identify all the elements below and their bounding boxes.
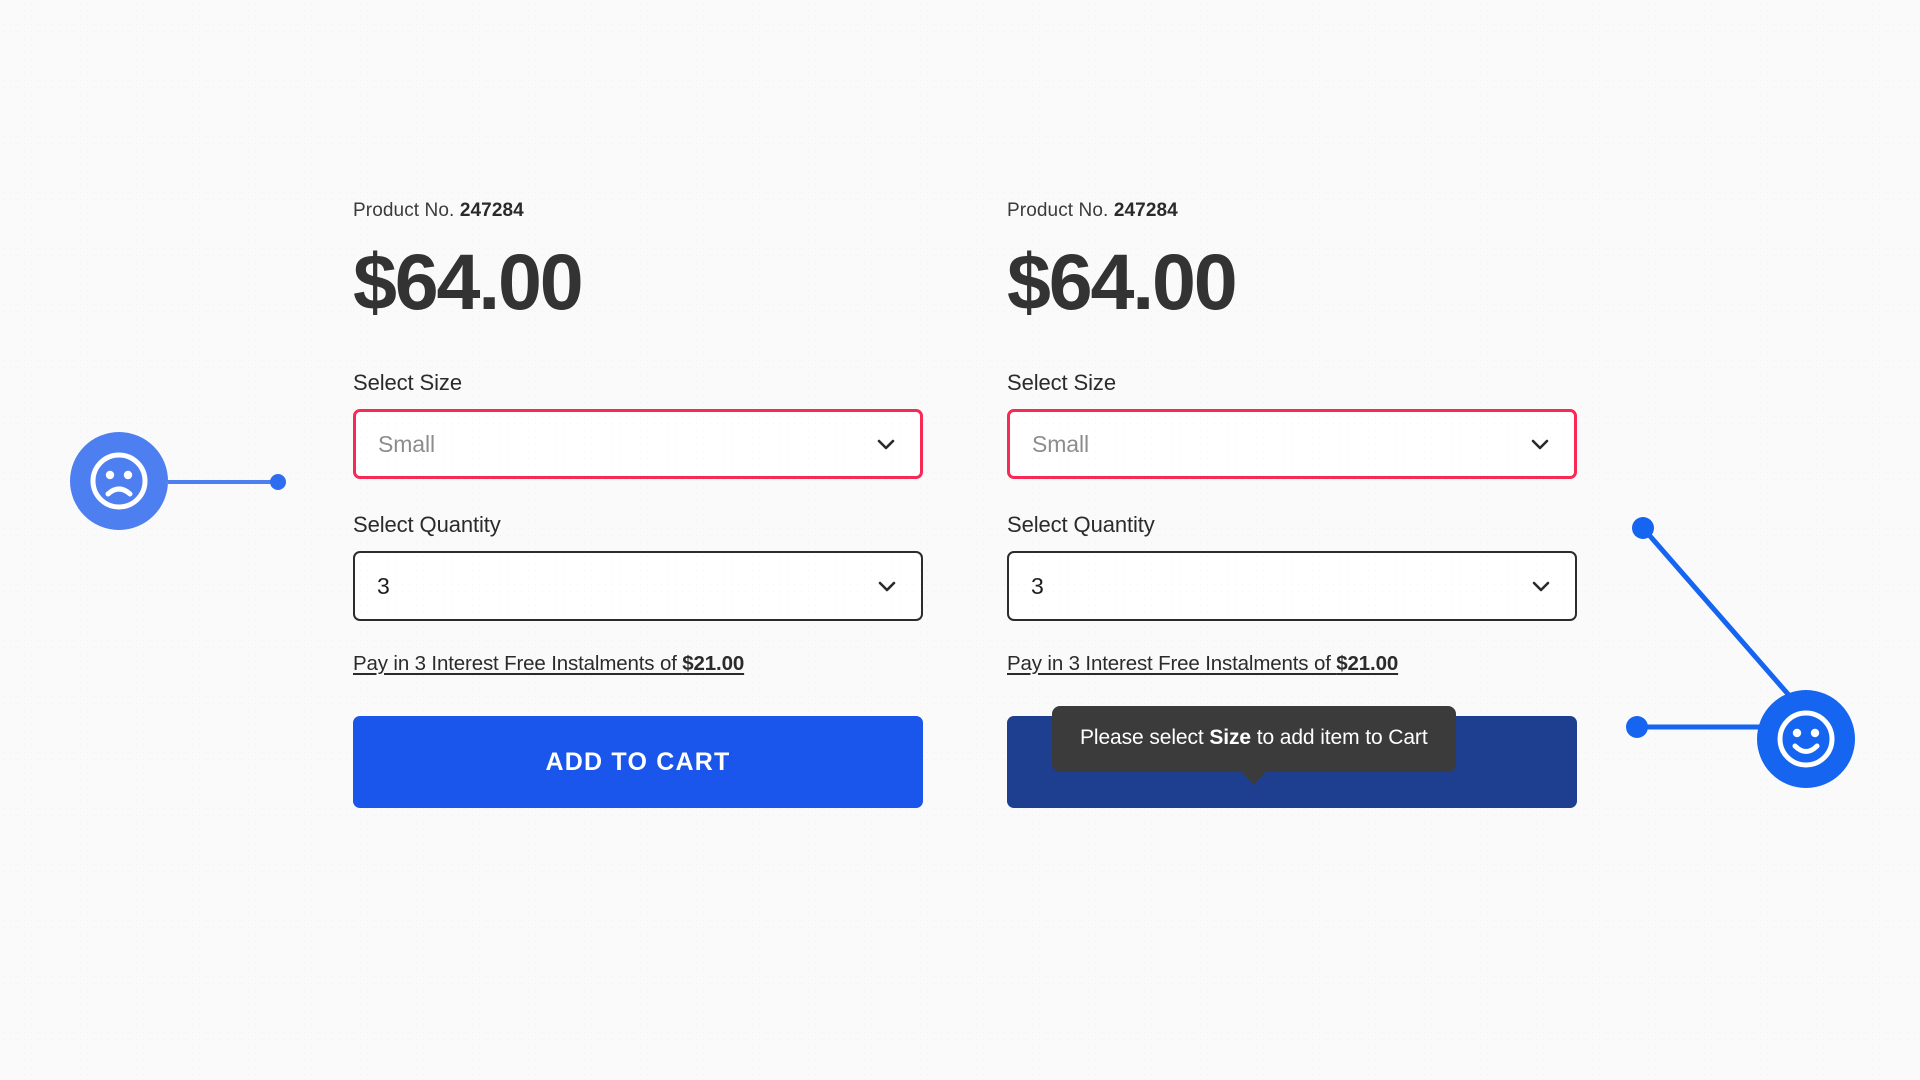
comparison-stage: Product No. 247284 $64.00 Select Size Sm… xyxy=(0,0,1920,1080)
product-number-label: Product No. xyxy=(1007,200,1109,221)
product-number-label: Product No. xyxy=(353,200,455,221)
quantity-select-value: 3 xyxy=(1031,572,1044,599)
validation-tooltip: Please select Size to add item to Cart xyxy=(1052,706,1456,785)
price: $64.00 xyxy=(1007,237,1238,326)
connector-sad-to-size-field xyxy=(160,470,290,494)
quantity-select-value: 3 xyxy=(377,572,390,599)
sad-face-icon xyxy=(70,432,168,530)
instalment-text: Pay in 3 Interest Free Instalments of xyxy=(1007,652,1337,675)
quantity-select[interactable]: 3 xyxy=(1007,551,1577,621)
quantity-field-label: Select Quantity xyxy=(1007,512,1155,537)
size-select[interactable]: Small xyxy=(353,409,923,479)
price: $64.00 xyxy=(353,237,584,326)
product-variant-left: Product No. 247284 $64.00 Select Size Sm… xyxy=(353,200,923,808)
instalment-text: Pay in 3 Interest Free Instalments of xyxy=(353,652,683,675)
size-select[interactable]: Small xyxy=(1007,409,1577,479)
instalment-link[interactable]: Pay in 3 Interest Free Instalments of $2… xyxy=(353,651,744,676)
instalment-link[interactable]: Pay in 3 Interest Free Instalments of $2… xyxy=(1007,651,1398,676)
quantity-select[interactable]: 3 xyxy=(353,551,923,621)
add-to-cart-button[interactable]: ADD TO CART xyxy=(353,716,923,808)
size-field-label: Select Size xyxy=(353,370,462,395)
size-select-value: Small xyxy=(378,430,436,457)
size-field-label: Select Size xyxy=(1007,370,1116,395)
chevron-down-icon xyxy=(875,574,899,598)
product-number: Product No. 247284 xyxy=(1007,200,1577,222)
tooltip-suffix: to add item to Cart xyxy=(1250,726,1428,749)
chevron-down-icon xyxy=(1528,432,1552,456)
size-select-value: Small xyxy=(1032,430,1090,457)
product-number: Product No. 247284 xyxy=(353,200,923,222)
instalment-amount: $21.00 xyxy=(682,652,745,675)
chevron-down-icon xyxy=(1529,574,1553,598)
instalment-amount: $21.00 xyxy=(1336,652,1399,675)
product-number-value: 247284 xyxy=(459,200,524,221)
tooltip-prefix: Please select xyxy=(1080,726,1210,749)
chevron-down-icon xyxy=(874,432,898,456)
tooltip-emphasis: Size xyxy=(1209,726,1251,749)
product-number-value: 247284 xyxy=(1113,200,1178,221)
happy-face-icon xyxy=(1757,690,1855,788)
quantity-field-label: Select Quantity xyxy=(353,512,501,537)
